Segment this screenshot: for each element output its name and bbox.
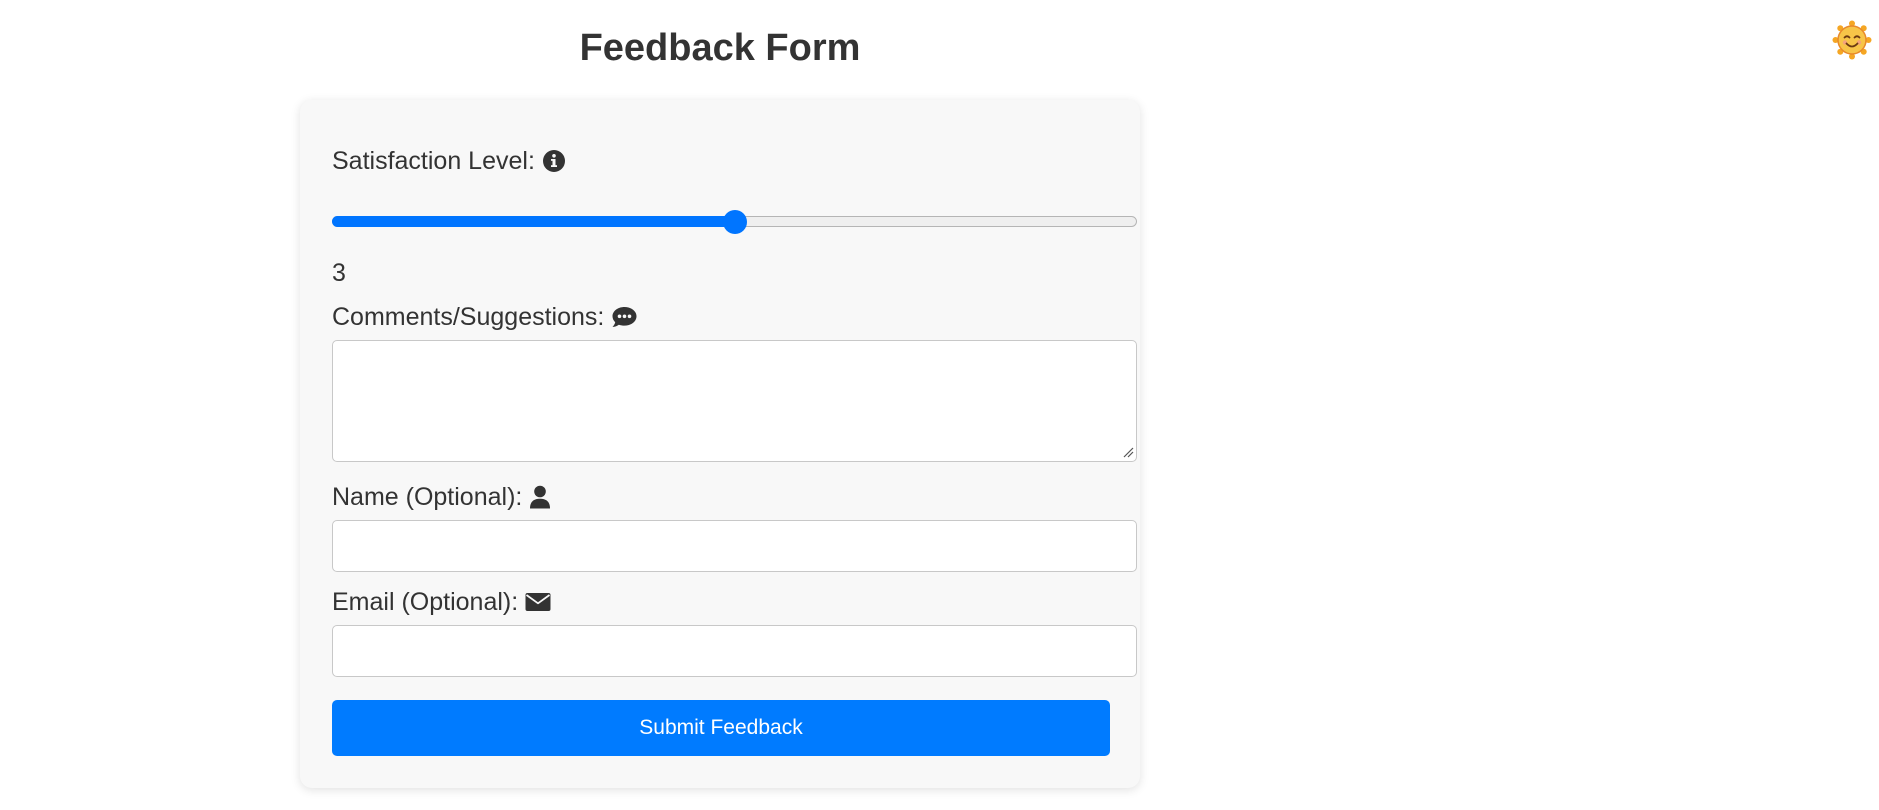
comments-textarea[interactable] [332, 340, 1137, 462]
envelope-icon [525, 593, 551, 611]
comments-label-text: Comments/Suggestions: [332, 303, 605, 331]
user-icon [530, 485, 551, 509]
page: Feedback Form Satisfaction Level: 3 Comm… [0, 0, 1879, 810]
email-label: Email (Optional): [332, 587, 551, 617]
comment-dots-icon [612, 307, 637, 327]
email-input[interactable] [332, 625, 1137, 677]
satisfaction-label-text: Satisfaction Level: [332, 147, 535, 175]
name-input[interactable] [332, 520, 1137, 572]
info-circle-icon [542, 150, 565, 172]
satisfaction-label: Satisfaction Level: [332, 146, 566, 176]
page-title: Feedback Form [579, 27, 861, 69]
slider-fill [332, 216, 735, 227]
comments-label: Comments/Suggestions: [332, 302, 638, 332]
satisfaction-value: 3 [332, 259, 346, 287]
slider-thumb[interactable] [722, 210, 747, 234]
name-label: Name (Optional): [332, 482, 551, 512]
name-label-text: Name (Optional): [332, 483, 523, 511]
feedback-card: Satisfaction Level: 3 Comments/Suggestio… [300, 100, 1140, 788]
submit-feedback-button[interactable]: Submit Feedback [332, 700, 1110, 756]
email-label-text: Email (Optional): [332, 588, 519, 616]
smiling-sun-icon [1832, 20, 1872, 60]
theme-toggle-button[interactable] [1832, 20, 1872, 60]
satisfaction-slider[interactable] [332, 207, 1137, 237]
